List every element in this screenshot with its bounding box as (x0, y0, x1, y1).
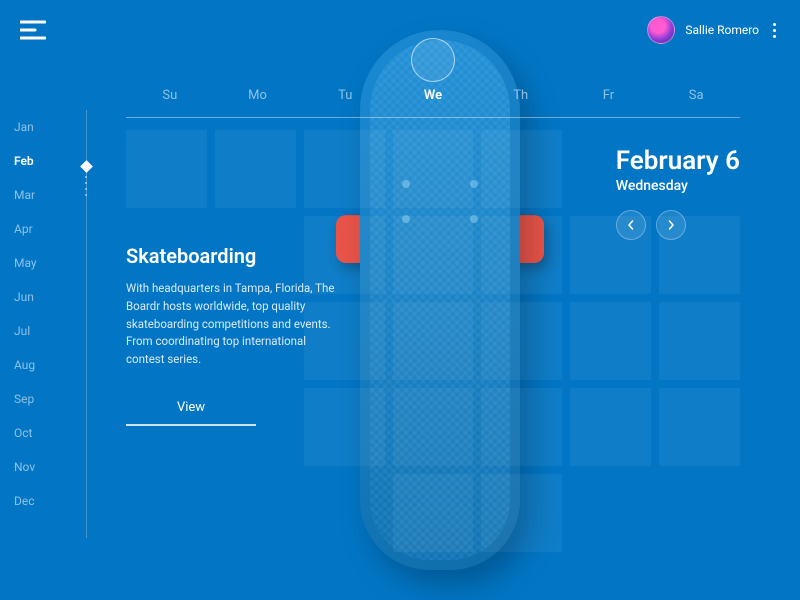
calendar-cell[interactable] (570, 302, 651, 380)
month-item-oct[interactable]: Oct (14, 416, 94, 450)
month-item-jun[interactable]: Jun (14, 280, 94, 314)
selected-weekday: Wednesday (616, 178, 740, 194)
menu-icon[interactable] (20, 20, 46, 40)
event-description: With headquarters in Tampa, Florida, The… (126, 280, 336, 369)
month-item-sep[interactable]: Sep (14, 382, 94, 416)
month-item-mar[interactable]: Mar (14, 178, 94, 212)
event-panel: Skateboarding With headquarters in Tampa… (126, 244, 336, 426)
calendar-cell (304, 474, 385, 552)
event-title: Skateboarding (126, 244, 336, 268)
calendar-cell[interactable] (659, 302, 740, 380)
calendar-cell[interactable] (393, 388, 474, 466)
calendar-cell (215, 474, 296, 552)
calendar-cell[interactable] (393, 130, 474, 208)
next-day-button[interactable] (656, 210, 686, 240)
day-header-mo[interactable]: Mo (214, 84, 302, 107)
calendar-cell (126, 474, 207, 552)
view-button[interactable]: View (126, 391, 256, 426)
month-item-nov[interactable]: Nov (14, 450, 94, 484)
month-item-apr[interactable]: Apr (14, 212, 94, 246)
calendar-cell[interactable] (481, 388, 562, 466)
day-header-fr[interactable]: Fr (565, 84, 653, 107)
calendar-cell[interactable] (481, 302, 562, 380)
month-item-feb[interactable]: Feb (14, 144, 94, 178)
month-item-aug[interactable]: Aug (14, 348, 94, 382)
calendar-cell (659, 474, 740, 552)
calendar-cell[interactable] (570, 388, 651, 466)
month-item-may[interactable]: May (14, 246, 94, 280)
calendar-cell[interactable] (481, 474, 562, 552)
month-rail: JanFebMarAprMayJunJulAugSepOctNovDec (14, 110, 94, 518)
calendar-cell (570, 474, 651, 552)
calendar-cell[interactable] (393, 474, 474, 552)
day-header-th[interactable]: Th (477, 84, 565, 107)
selected-date: February 6 (616, 146, 740, 176)
more-icon[interactable] (769, 19, 780, 42)
calendar-cell[interactable] (481, 216, 562, 294)
day-header-we[interactable]: We (389, 84, 477, 107)
calendar-cell[interactable] (393, 302, 474, 380)
day-header-su[interactable]: Su (126, 84, 214, 107)
prev-day-button[interactable] (616, 210, 646, 240)
calendar-cell[interactable] (393, 216, 474, 294)
month-item-jan[interactable]: Jan (14, 110, 94, 144)
user-name: Sallie Romero (685, 23, 759, 37)
month-item-jul[interactable]: Jul (14, 314, 94, 348)
calendar-cell[interactable] (659, 388, 740, 466)
day-header-tu[interactable]: Tu (301, 84, 389, 107)
calendar-cell[interactable] (304, 130, 385, 208)
date-panel: February 6 Wednesday (616, 146, 740, 240)
calendar-cell[interactable] (126, 130, 207, 208)
avatar[interactable] (647, 16, 675, 44)
day-header-sa[interactable]: Sa (652, 84, 740, 107)
calendar-cell[interactable] (215, 130, 296, 208)
month-item-dec[interactable]: Dec (14, 484, 94, 518)
calendar-cell[interactable] (481, 130, 562, 208)
